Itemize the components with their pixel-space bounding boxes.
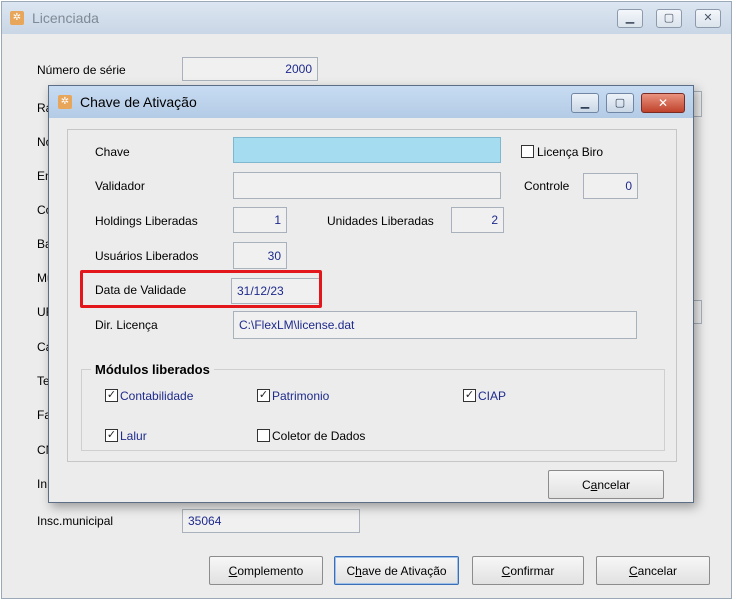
insc-municipal-label: Insc.municipal <box>37 514 114 528</box>
serial-label: Número de série <box>37 63 126 77</box>
controle-field[interactable]: 0 <box>583 173 638 199</box>
controle-label: Controle <box>524 179 570 193</box>
outer-window-title: Licenciada <box>32 10 99 26</box>
insc-municipal-field[interactable]: 35064 <box>182 509 360 533</box>
module-checkbox-patrimonio[interactable]: ✓ <box>257 389 270 402</box>
complemento-label: omplemento <box>237 563 304 578</box>
complemento-hotkey: C <box>228 563 238 578</box>
holdings-label: Holdings Liberadas <box>95 214 198 228</box>
outer-minimize-button[interactable]: ▁ <box>617 9 643 28</box>
outer-cancelar-button[interactable]: Cancelar <box>596 556 710 585</box>
outer-cancelar-label: ancelar <box>637 563 678 578</box>
validador-label: Validador <box>95 179 145 193</box>
licenca-biro-checkbox[interactable] <box>521 145 534 158</box>
usuarios-field[interactable]: 30 <box>233 242 287 269</box>
modulos-title: Módulos liberados <box>91 362 214 377</box>
chave-input[interactable] <box>233 137 501 163</box>
module-checkbox-coletor[interactable] <box>257 429 270 442</box>
app-icon: ✲ <box>58 95 72 109</box>
module-label-coletor[interactable]: Coletor de Dados <box>272 429 365 443</box>
chave-label: Chave <box>95 145 130 159</box>
confirmar-button[interactable]: Confirmar <box>472 556 584 585</box>
chave-ativacao-button[interactable]: Ch ave de Ativação <box>334 556 459 585</box>
module-checkbox-contabilidade[interactable]: ✓ <box>105 389 118 402</box>
serial-field[interactable]: 2000 <box>182 57 318 81</box>
unidades-field[interactable]: 2 <box>451 207 504 233</box>
module-checkbox-lalur[interactable]: ✓ <box>105 429 118 442</box>
holdings-field[interactable]: 1 <box>233 207 287 233</box>
field-label-in: In <box>37 477 48 491</box>
unidades-label: Unidades Liberadas <box>327 214 434 228</box>
module-label-contabilidade[interactable]: Contabilidade <box>120 389 193 403</box>
complemento-button[interactable]: Complemento <box>209 556 323 585</box>
module-label-lalur[interactable]: Lalur <box>120 429 147 443</box>
module-checkbox-ciap[interactable]: ✓ <box>463 389 476 402</box>
dir-licenca-field[interactable]: C:\FlexLM\license.dat <box>233 311 637 339</box>
module-label-patrimonio[interactable]: Patrimonio <box>272 389 329 403</box>
chave-ativacao-dialog: ✲ Chave de Ativação ▁ ▢ ✕ Chave Licença … <box>48 85 694 503</box>
dialog-cancelar-hotkey: a <box>590 477 598 492</box>
confirmar-label: onfirmar <box>510 563 555 578</box>
confirmar-hotkey: C <box>501 563 511 578</box>
dialog-minimize-button[interactable]: ▁ <box>571 93 599 113</box>
highlight-annotation <box>80 270 322 308</box>
dialog-title: Chave de Ativação <box>80 94 197 110</box>
app-icon: ✲ <box>10 11 24 25</box>
dir-licenca-label: Dir. Licença <box>95 318 158 332</box>
outer-cancelar-hotkey: C <box>628 563 638 578</box>
outer-maximize-button[interactable]: ▢ <box>656 9 682 28</box>
module-label-ciap[interactable]: CIAP <box>478 389 506 403</box>
validador-input[interactable] <box>233 172 501 199</box>
chave-hotkey: h <box>355 563 362 578</box>
dialog-maximize-button[interactable]: ▢ <box>606 93 634 113</box>
outer-close-button[interactable]: ✕ <box>695 9 721 28</box>
chave-label-a: C <box>346 563 356 578</box>
dialog-cancelar-label-b: ncelar <box>597 477 631 492</box>
modulos-group <box>81 369 665 451</box>
dialog-cancelar-button[interactable]: Ca ncelar <box>548 470 664 499</box>
dialog-cancelar-label-a: C <box>581 477 591 492</box>
outer-title-bar[interactable]: ✲ Licenciada ▁ ▢ ✕ <box>2 2 731 34</box>
dialog-title-bar[interactable]: ✲ Chave de Ativação ▁ ▢ ✕ <box>49 86 693 118</box>
licenca-biro-label[interactable]: Licença Biro <box>537 145 603 159</box>
dialog-close-button[interactable]: ✕ <box>641 93 685 113</box>
usuarios-label: Usuários Liberados <box>95 249 199 263</box>
chave-label-b: ave de Ativação <box>361 563 447 578</box>
